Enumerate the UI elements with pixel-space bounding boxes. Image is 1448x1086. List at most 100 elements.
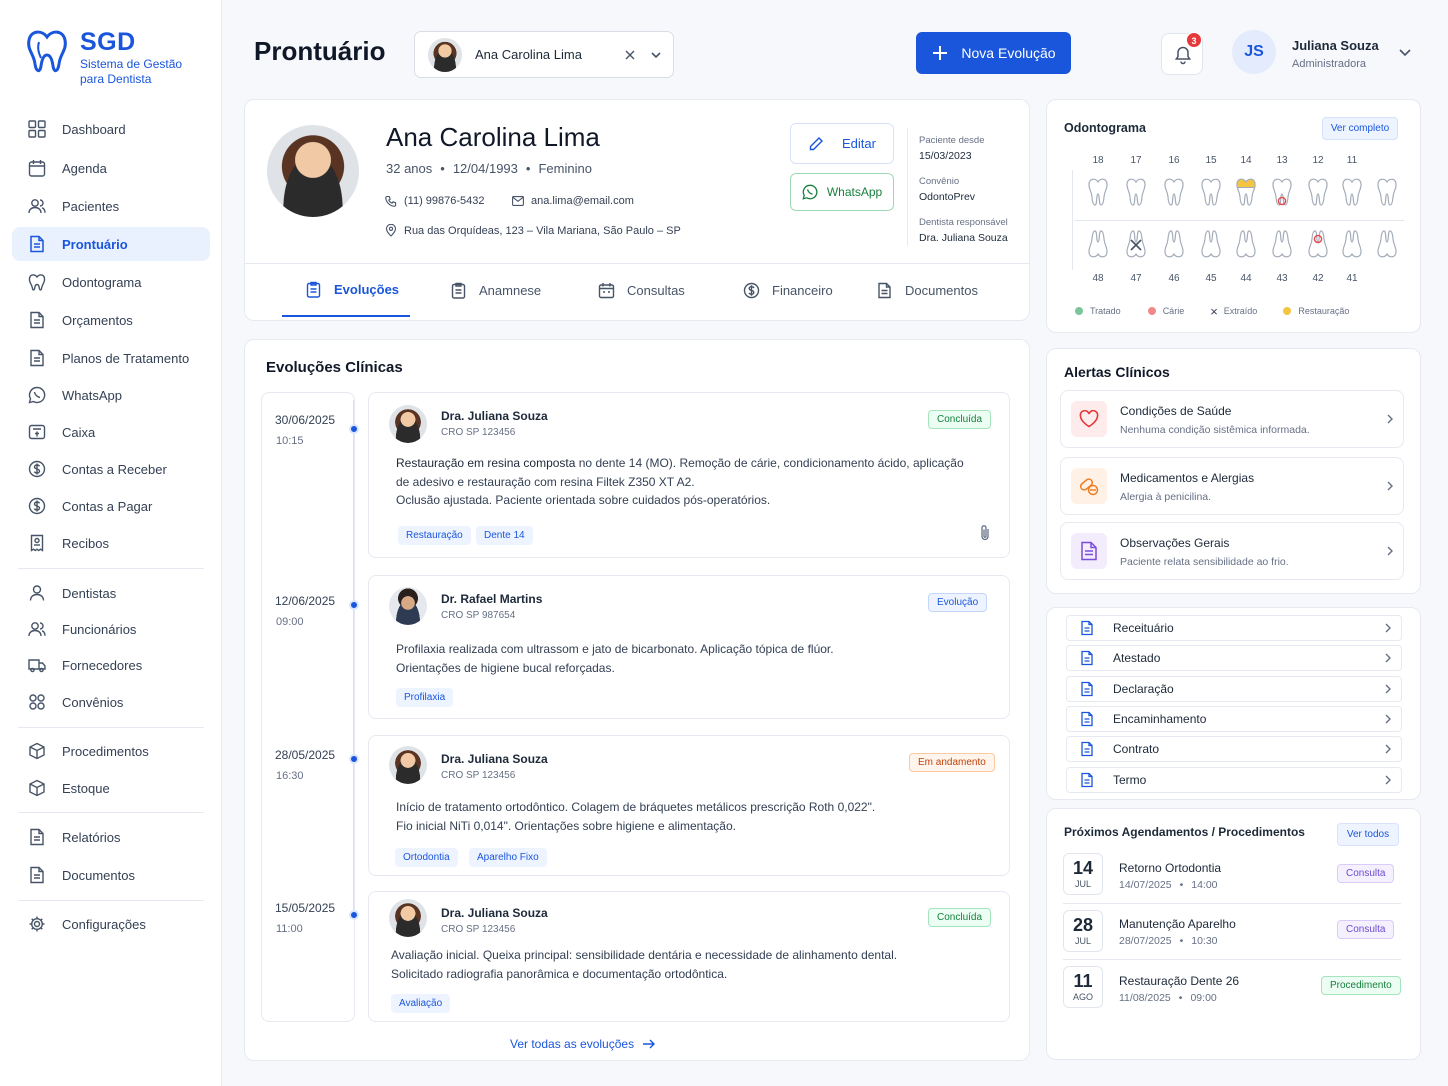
document-item[interactable]: Receituário <box>1066 615 1402 641</box>
sidebar-item-estoque[interactable]: Estoque <box>12 771 210 805</box>
new-evolution-button[interactable]: Nova Evolução <box>916 32 1071 74</box>
user-avatar[interactable]: JS <box>1232 30 1276 74</box>
tab-anamnese[interactable]: Anamnese <box>450 263 541 317</box>
sidebar-item-caixa[interactable]: Caixa <box>12 415 210 449</box>
document-item[interactable]: Atestado <box>1066 645 1402 672</box>
close-icon[interactable] <box>624 49 636 61</box>
tooth-11-icon[interactable] <box>1341 174 1363 210</box>
sidebar-item-fornecedores[interactable]: Fornecedores <box>12 648 210 682</box>
plus-icon <box>933 46 948 60</box>
page-title: Prontuário <box>254 36 386 66</box>
sidebar-item-configuracoes[interactable]: Configurações <box>12 907 210 941</box>
tooth-41-icon[interactable] <box>1341 226 1363 262</box>
tab-evolucoes[interactable]: Evoluções <box>282 263 410 317</box>
sidebar-item-planos[interactable]: Planos de Tratamento <box>12 341 210 375</box>
sidebar-item-odontograma[interactable]: Odontograma <box>12 265 210 299</box>
tooth-13-icon[interactable] <box>1271 174 1293 210</box>
tab-documentos[interactable]: Documentos <box>876 263 978 317</box>
sidebar-item-dashboard[interactable]: Dashboard <box>12 112 210 146</box>
alert-icon-bg <box>1071 533 1107 569</box>
tooth-45-icon[interactable] <box>1200 226 1222 262</box>
document-item[interactable]: Declaração <box>1066 675 1402 702</box>
evolution-card[interactable]: Dr. Rafael Martins CRO SP 987654 Evoluçã… <box>368 575 1010 719</box>
sidebar-item-convenios[interactable]: Convênios <box>12 685 210 719</box>
tooth-43-icon[interactable] <box>1271 226 1293 262</box>
evolution-tag[interactable]: Profilaxia <box>396 688 454 707</box>
document-item[interactable]: Encaminhamento <box>1066 705 1402 732</box>
sidebar-item-funcionarios[interactable]: Funcionários <box>12 612 210 646</box>
patient-email: ana.lima@email.com <box>531 195 634 207</box>
whatsapp-button[interactable]: WhatsApp <box>790 173 894 211</box>
tooth-12-icon[interactable] <box>1307 174 1329 210</box>
status-badge: Evolução <box>928 593 988 612</box>
sidebar-item-agenda[interactable]: Agenda <box>12 151 210 185</box>
evolution-tag[interactable]: Avaliação <box>391 994 451 1013</box>
user-name[interactable]: Juliana Souza <box>1292 38 1379 53</box>
notifications-button[interactable]: 3 <box>1161 32 1203 75</box>
paperclip-icon[interactable] <box>978 524 992 542</box>
evolution-text: Profilaxia realizada com ultrassom e jat… <box>396 640 996 677</box>
whatsapp-icon <box>28 386 46 404</box>
phone-icon <box>385 195 397 207</box>
tooth-18-icon[interactable] <box>1087 174 1109 210</box>
evolution-tag[interactable]: Dente 14 <box>476 526 533 545</box>
logo[interactable]: SGD Sistema de Gestão para Dentista <box>80 28 182 87</box>
tooth-17-icon[interactable] <box>1125 174 1147 210</box>
view-full-odontogram-button[interactable]: Ver completo <box>1322 117 1398 140</box>
evolution-tag[interactable]: Restauração <box>398 526 471 545</box>
tooth-16-icon[interactable] <box>1163 174 1185 210</box>
sidebar-item-pacientes[interactable]: Pacientes <box>12 189 210 223</box>
sidebar-item-whatsapp[interactable]: WhatsApp <box>12 378 210 412</box>
evolution-card[interactable]: Dra. Juliana Souza CRO SP 123456 Em anda… <box>368 735 1010 876</box>
sidebar-item-contas-receber[interactable]: Contas a Receber <box>12 452 210 486</box>
tooth-48-icon[interactable] <box>1087 226 1109 262</box>
evolution-card[interactable]: Dra. Juliana Souza CRO SP 123456 Concluí… <box>368 891 1010 1022</box>
sidebar-item-label: Dentistas <box>62 585 117 601</box>
dollar-icon <box>28 497 46 515</box>
vertical-divider <box>907 128 908 246</box>
edit-button[interactable]: Editar <box>790 123 894 164</box>
appointment-datetime: 11/08/2025 • 09:00 <box>1119 992 1217 1004</box>
sidebar-item-contas-pagar[interactable]: Contas a Pagar <box>12 489 210 523</box>
appointment-title[interactable]: Restauração Dente 26 <box>1119 974 1239 988</box>
chevron-down-icon[interactable] <box>650 50 662 60</box>
user-icon <box>29 585 45 601</box>
tooth-44-icon[interactable] <box>1235 226 1257 262</box>
sidebar-item-recibos[interactable]: Recibos <box>12 526 210 560</box>
sidebar-item-documentos[interactable]: Documentos <box>12 858 210 892</box>
patient-select[interactable]: Ana Carolina Lima <box>414 31 674 78</box>
sidebar-item-procedimentos[interactable]: Procedimentos <box>12 734 210 768</box>
tooth-14-icon[interactable] <box>1235 174 1257 210</box>
tab-financeiro[interactable]: Financeiro <box>743 263 833 317</box>
tooth-icon[interactable] <box>1376 226 1398 262</box>
document-item[interactable]: Contrato <box>1066 736 1402 763</box>
sidebar-item-prontuario[interactable]: Prontuário <box>12 227 210 261</box>
appointment-title[interactable]: Manutenção Aparelho <box>1119 917 1236 931</box>
alert-item-health[interactable]: Condições de Saúde Nenhuma condição sist… <box>1060 390 1404 448</box>
tooth-42-icon[interactable] <box>1307 226 1329 262</box>
chevron-down-icon[interactable] <box>1398 47 1412 59</box>
tooth-46-icon[interactable] <box>1163 226 1185 262</box>
tooth-icon[interactable] <box>1376 174 1398 210</box>
sidebar-item-orcamentos[interactable]: Orçamentos <box>12 303 210 337</box>
tooth-15-icon[interactable] <box>1200 174 1222 210</box>
appointment-title[interactable]: Retorno Ortodontia <box>1119 861 1221 875</box>
evolution-date: 28/05/2025 <box>275 748 336 762</box>
evolution-card[interactable]: Dra. Juliana Souza CRO SP 123456 Concluí… <box>368 392 1010 558</box>
alert-item-notes[interactable]: Observações Gerais Paciente relata sensi… <box>1060 522 1404 580</box>
sidebar-item-relatorios[interactable]: Relatórios <box>12 820 210 854</box>
gear-icon <box>29 916 45 932</box>
alert-item-medications[interactable]: Medicamentos e Alergias Alergia à penici… <box>1060 457 1404 515</box>
appointment-type-badge: Consulta <box>1337 920 1395 939</box>
evolution-tag[interactable]: Aparelho Fixo <box>469 848 547 867</box>
view-all-evolutions-link[interactable]: Ver todas as evoluções <box>510 1037 656 1051</box>
sidebar-item-label: Caixa <box>62 424 96 440</box>
file-icon <box>30 866 44 884</box>
document-item[interactable]: Termo <box>1066 766 1402 793</box>
view-all-appointments-button[interactable]: Ver todos <box>1337 823 1399 846</box>
tooth-47-icon[interactable] <box>1125 226 1147 262</box>
evolution-tag[interactable]: Ortodontia <box>395 848 458 867</box>
sidebar-item-dentistas[interactable]: Dentistas <box>12 576 210 610</box>
tab-consultas[interactable]: Consultas <box>598 263 685 317</box>
legend-label: Cárie <box>1162 306 1185 316</box>
